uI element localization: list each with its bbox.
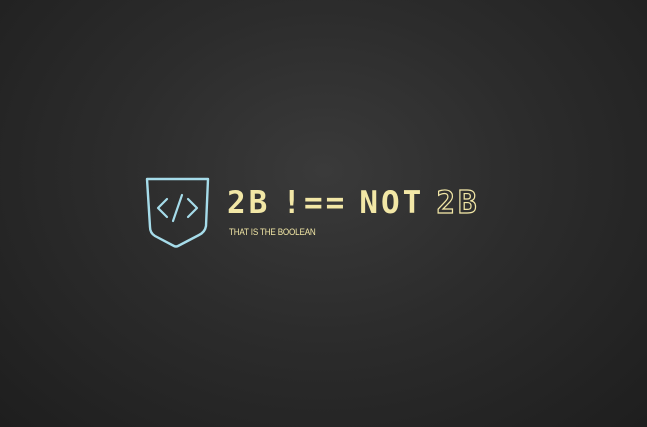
title-part-2b: 2B <box>227 185 271 221</box>
title-part-operator: !== <box>282 185 348 221</box>
title-part-not: NOT <box>359 185 425 221</box>
logo-tagline: THAT IS THE BOOLEAN <box>229 227 316 237</box>
logo: 2B !== NOT 2B THAT IS THE BOOLEAN <box>0 0 647 427</box>
logo-title: 2B !== NOT 2B <box>227 183 480 223</box>
title-part-2b-outline: 2B <box>436 184 480 221</box>
code-shield-icon <box>145 177 210 248</box>
